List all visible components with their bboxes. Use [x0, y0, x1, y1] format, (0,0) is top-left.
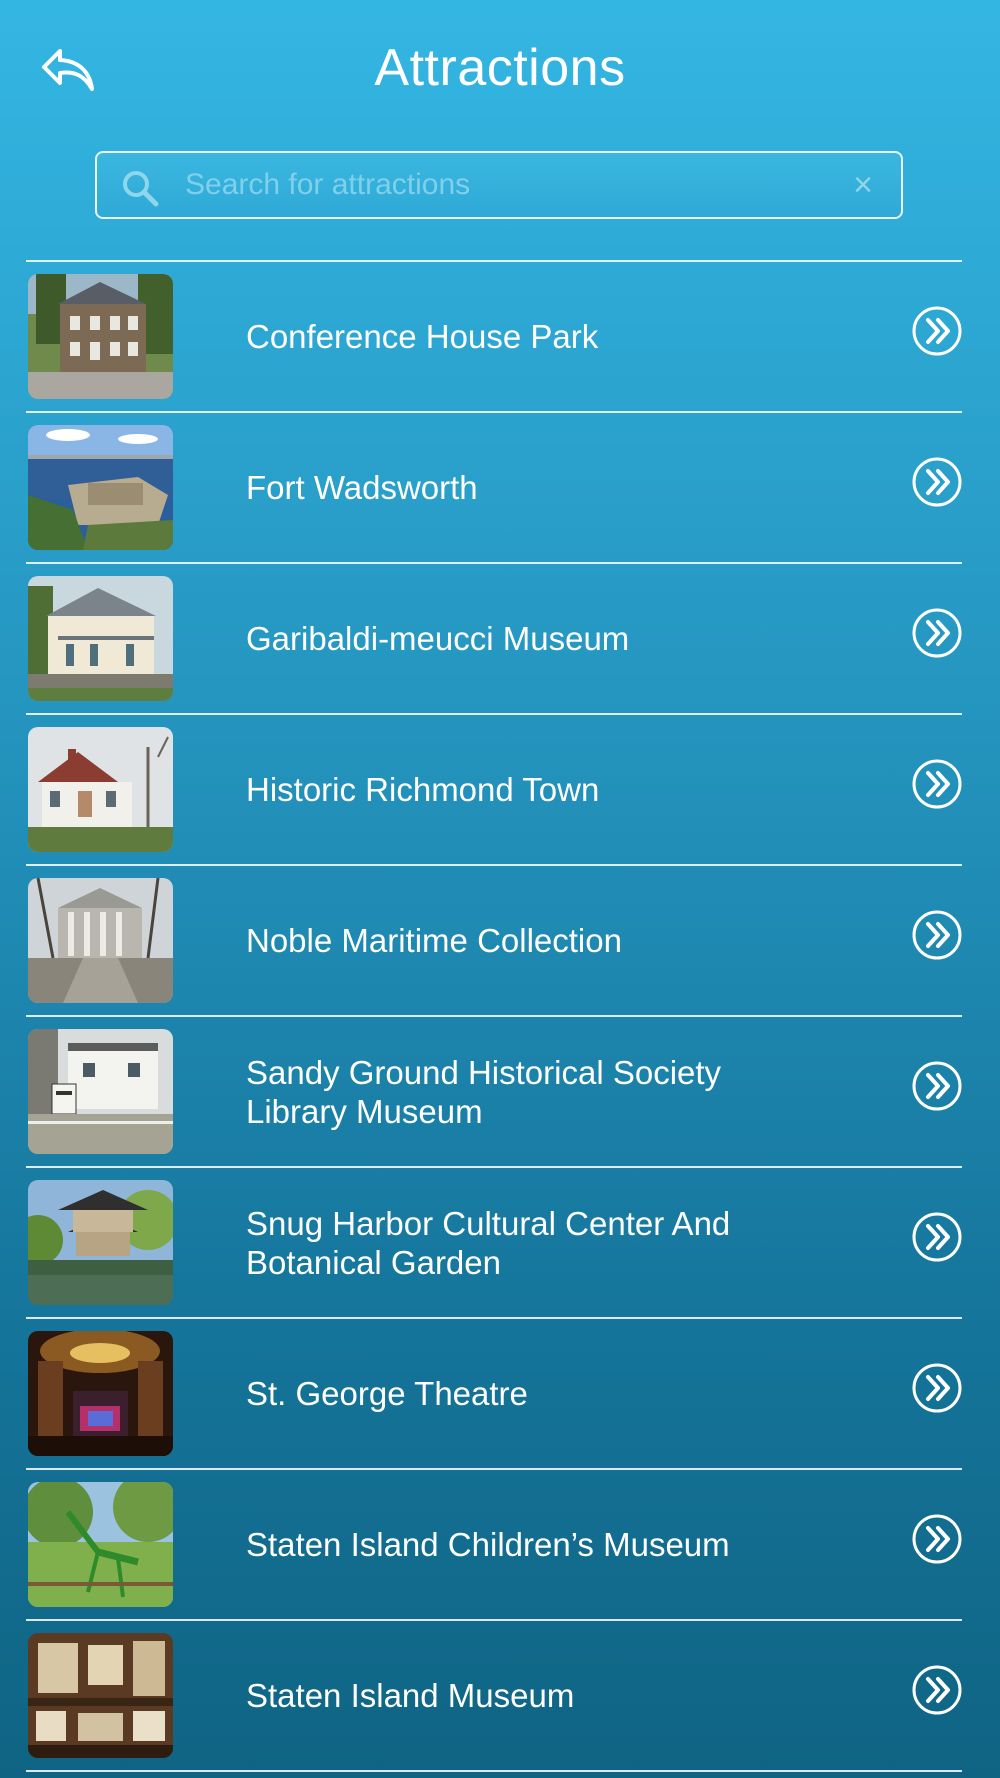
chevron-right-circle-icon[interactable] [912, 1514, 962, 1564]
chevron-right-circle-icon[interactable] [912, 759, 962, 809]
thumbnail-image [28, 1331, 173, 1456]
chevron-right-circle-icon[interactable] [912, 910, 962, 960]
list-item[interactable]: Fort Wadsworth [26, 413, 962, 564]
clear-icon[interactable]: × [845, 167, 881, 203]
list-item-label: Staten Island Children’s Museum [246, 1526, 730, 1563]
list-item-label: Snug Harbor Cultural Center And Botanica… [246, 1204, 731, 1281]
thumbnail-image [28, 1180, 173, 1305]
thumbnail-image [28, 425, 173, 550]
chevron-right-circle-icon[interactable] [912, 1212, 962, 1262]
list-item-label: Garibaldi-meucci Museum [246, 620, 630, 657]
list-item-label: Historic Richmond Town [246, 771, 600, 808]
chevron-right-circle-icon[interactable] [912, 1665, 962, 1715]
list-item-label: Staten Island Museum [246, 1677, 575, 1714]
search-bar: × [95, 151, 903, 219]
chevron-right-circle-icon[interactable] [912, 457, 962, 507]
attractions-list: Conference House Park Fort Wadsworth Gar… [26, 260, 962, 1772]
chevron-right-circle-icon[interactable] [912, 1363, 962, 1413]
list-item[interactable]: Noble Maritime Collection [26, 866, 962, 1017]
chevron-right-circle-icon[interactable] [912, 1061, 962, 1111]
thumbnail-image [28, 878, 173, 1003]
chevron-right-circle-icon[interactable] [912, 306, 962, 356]
list-item-label: St. George Theatre [246, 1375, 528, 1412]
list-item[interactable]: Garibaldi-meucci Museum [26, 564, 962, 715]
thumbnail-image [28, 727, 173, 852]
list-item[interactable]: Snug Harbor Cultural Center And Botanica… [26, 1168, 962, 1319]
thumbnail-image [28, 1633, 173, 1758]
list-item[interactable]: Conference House Park [26, 262, 962, 413]
thumbnail-image [28, 1482, 173, 1607]
list-item-label: Fort Wadsworth [246, 469, 478, 506]
list-item[interactable]: St. George Theatre [26, 1319, 962, 1470]
list-item[interactable]: Historic Richmond Town [26, 715, 962, 866]
thumbnail-image [28, 576, 173, 701]
chevron-right-circle-icon[interactable] [912, 608, 962, 658]
header: Attractions [0, 0, 1000, 140]
list-item-label: Noble Maritime Collection [246, 922, 622, 959]
page-title: Attractions [374, 39, 626, 97]
search-input[interactable] [185, 153, 825, 217]
list-item-label: Conference House Park [246, 318, 599, 355]
list-item[interactable]: Staten Island Museum [26, 1621, 962, 1772]
search-icon [123, 171, 159, 207]
list-item[interactable]: Staten Island Children’s Museum [26, 1470, 962, 1621]
list-item-label: Sandy Ground Historical Society Library … [246, 1053, 722, 1130]
thumbnail-image [28, 274, 173, 399]
thumbnail-image [28, 1029, 173, 1154]
list-item[interactable]: Sandy Ground Historical Society Library … [26, 1017, 962, 1168]
